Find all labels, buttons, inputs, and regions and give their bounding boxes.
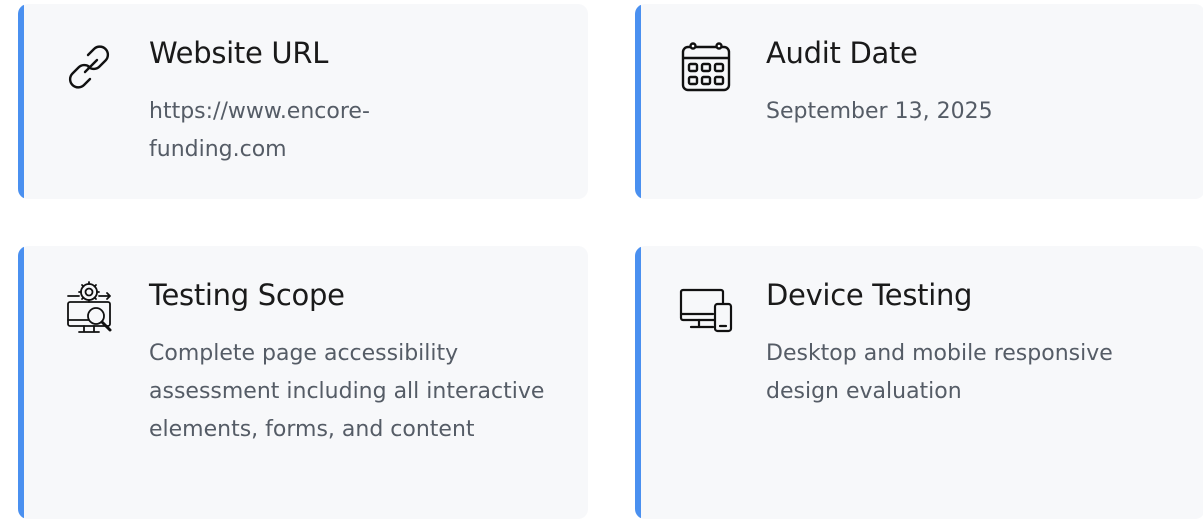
card-text: https://www.encore-funding.com: [149, 99, 370, 162]
testing-scope-card: Testing Scope Complete page accessibilit…: [18, 246, 588, 519]
testing-scope-icon: [60, 280, 118, 338]
card-title: Device Testing: [766, 278, 973, 312]
devices-icon: [677, 280, 735, 338]
link-icon: [60, 38, 118, 96]
website-url-card: Website URL https://www.encore-funding.c…: [18, 4, 588, 199]
card-text: September 13, 2025: [766, 99, 993, 124]
device-testing-card: Device Testing Desktop and mobile respon…: [635, 246, 1203, 519]
card-title: Audit Date: [766, 36, 918, 70]
card-text: Desktop and mobile responsive design eva…: [766, 341, 1113, 404]
card-title: Website URL: [149, 36, 329, 70]
card-title: Testing Scope: [149, 278, 345, 312]
card-text: Complete page accessibility assessment i…: [149, 341, 545, 442]
calendar-icon: [677, 38, 735, 96]
audit-date-card: Audit Date September 13, 2025: [635, 4, 1203, 199]
